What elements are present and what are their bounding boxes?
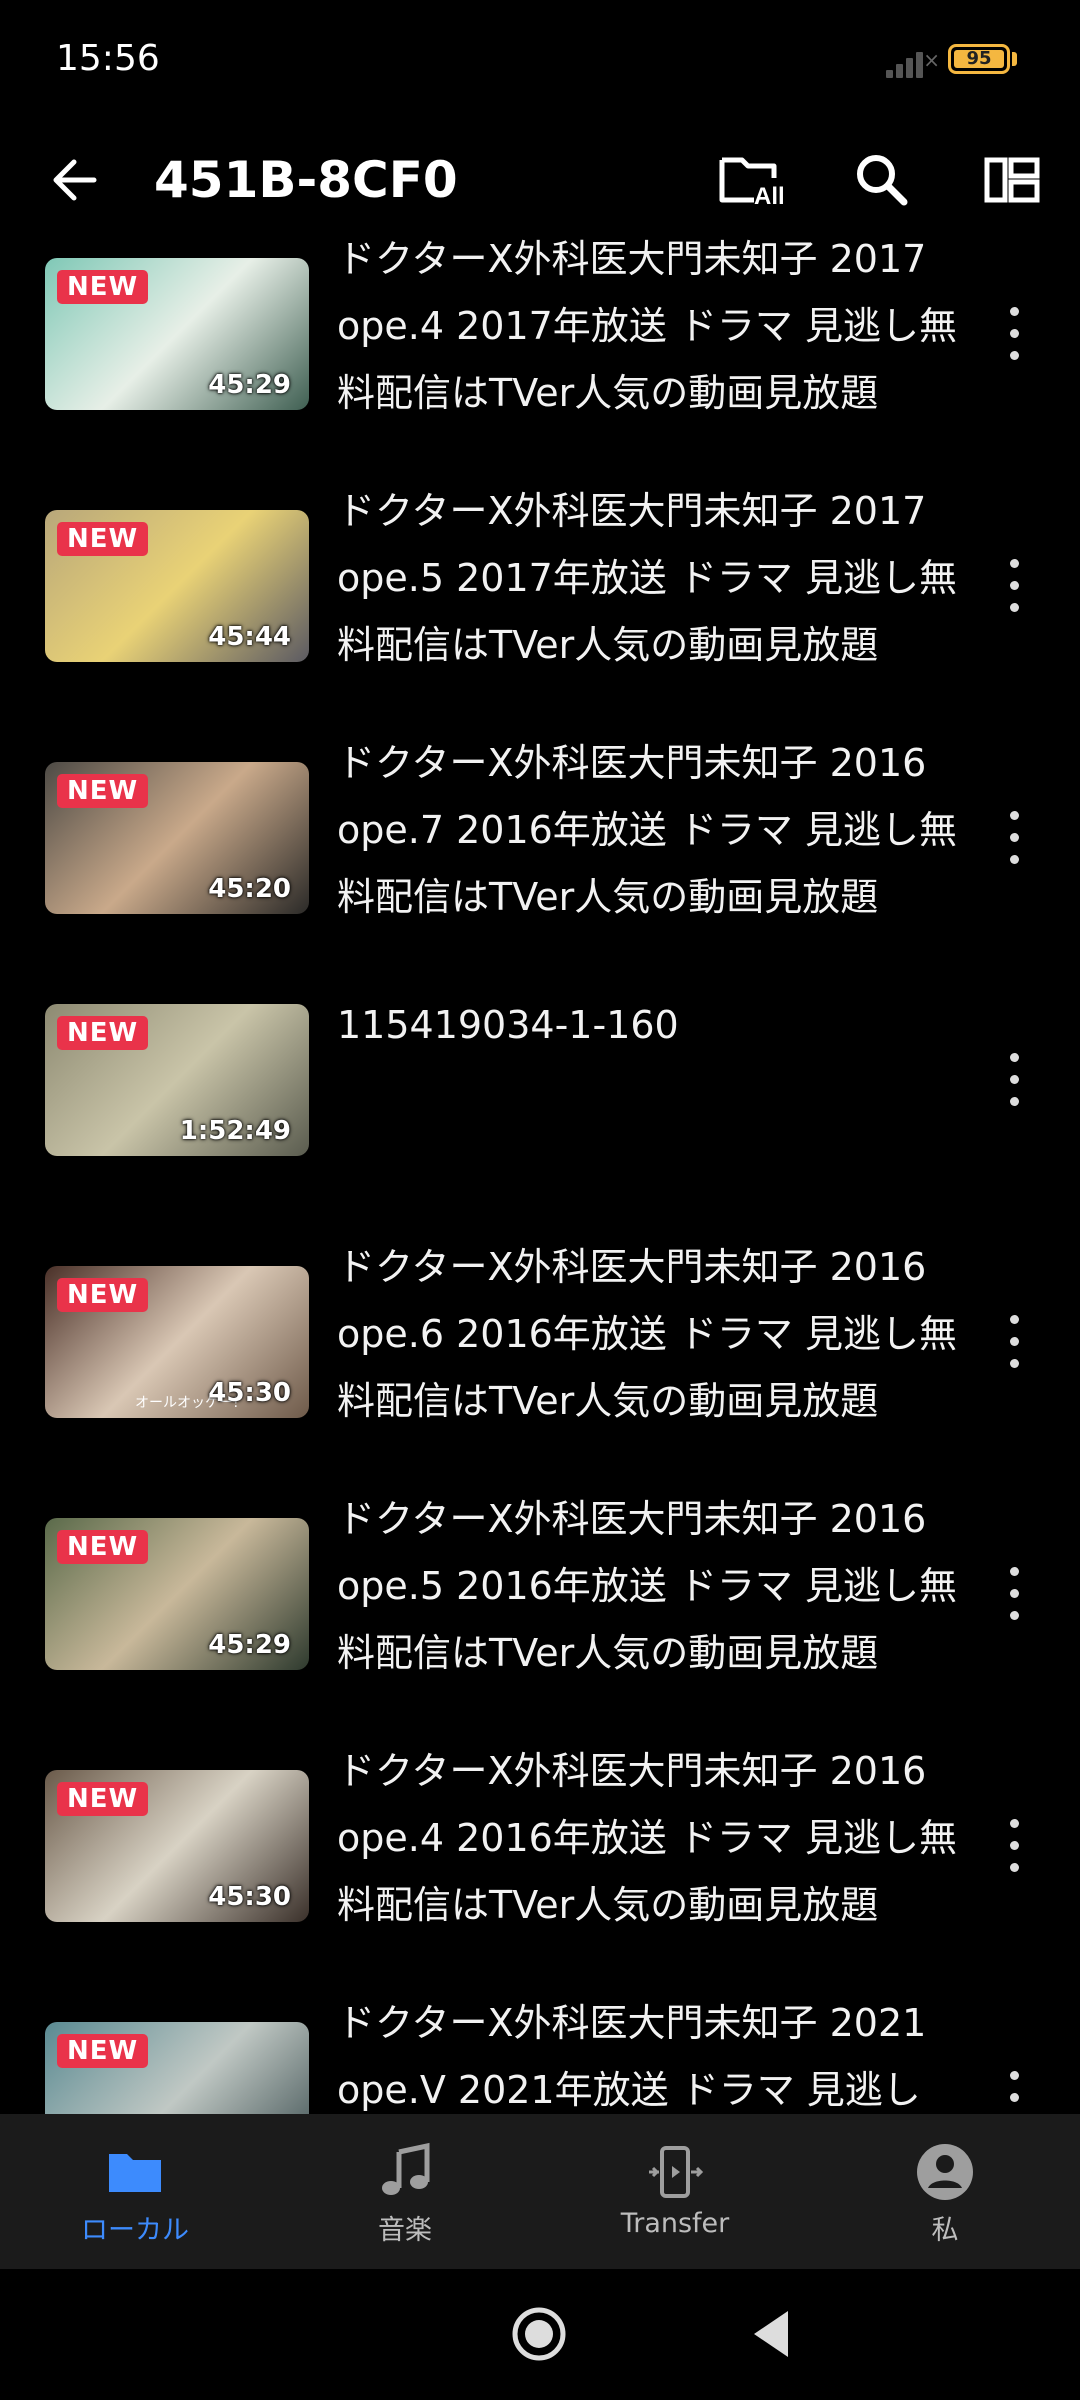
signal-icon: × <box>886 44 940 78</box>
video-duration: 45:29 <box>208 370 291 400</box>
music-note-icon <box>382 2142 430 2195</box>
video-thumbnail[interactable]: NEW 1:52:49 <box>45 1004 309 1156</box>
search-button[interactable] <box>840 138 924 222</box>
more-options-button[interactable] <box>990 1309 1038 1375</box>
video-thumbnail[interactable]: NEW45:10 <box>45 2022 309 2114</box>
video-thumbnail[interactable]: NEW 45:20 <box>45 762 309 914</box>
folder-icon <box>109 2154 161 2192</box>
system-back-icon[interactable] <box>748 2305 794 2363</box>
video-list-item[interactable]: NEW45:10ドクターX外科医大門未知子 2021 ope.V 2021年放送… <box>0 2000 1080 2114</box>
nav-me[interactable]: 私 <box>810 2114 1080 2269</box>
bottom-nav: ローカル 音楽 Transfer 私 <box>0 2114 1080 2269</box>
new-badge: NEW <box>57 270 149 304</box>
new-badge: NEW <box>57 1782 149 1816</box>
video-title[interactable]: ドクターX外科医大門未知子 2016 ope.5 2016年放送 ドラマ 見逃し… <box>337 1486 957 1696</box>
new-badge: NEW <box>57 1278 149 1312</box>
new-badge: NEW <box>57 1530 149 1564</box>
arrow-back-icon <box>53 159 97 201</box>
more-options-button[interactable] <box>990 1813 1038 1879</box>
video-thumbnail[interactable]: NEW 45:30 <box>45 1770 309 1922</box>
video-title[interactable]: 115419034-1-160 <box>337 992 957 1202</box>
new-badge: NEW <box>57 774 149 808</box>
nav-label-local: ローカル <box>81 2215 189 2246</box>
more-options-button[interactable] <box>990 2065 1038 2114</box>
video-list-item[interactable]: NEW オールオッケー! 45:30 ドクターX外科医大門未知子 2016 ope.6… <box>0 1244 1080 1496</box>
more-options-button[interactable] <box>990 553 1038 619</box>
nav-music[interactable]: 音楽 <box>270 2114 540 2269</box>
battery-tip <box>1012 52 1017 66</box>
video-title[interactable]: ドクターX外科医大門未知子 2021 ope.V 2021年放送 ドラマ 見逃し… <box>337 1990 957 2114</box>
folder-all-button[interactable]: All <box>708 138 792 222</box>
folder-all-icon: All <box>719 157 785 210</box>
battery-level: 95 <box>966 48 992 69</box>
nav-label-me: 私 <box>931 2215 959 2246</box>
video-title[interactable]: ドクターX外科医大門未知子 2017 ope.5 2017年放送 ドラマ 見逃し… <box>337 478 957 688</box>
video-title[interactable]: ドクターX外科医大門未知子 2016 ope.4 2016年放送 ドラマ 見逃し… <box>337 1738 957 1948</box>
back-button[interactable] <box>44 146 112 214</box>
more-options-button[interactable] <box>990 805 1038 871</box>
video-title[interactable]: ドクターX外科医大門未知子 2016 ope.7 2016年放送 ドラマ 見逃し… <box>337 730 957 940</box>
view-quilt-icon <box>984 157 1040 203</box>
video-duration: 1:52:49 <box>179 1116 291 1146</box>
video-thumbnail[interactable]: NEW オールオッケー! 45:30 <box>45 1266 309 1418</box>
status-bar: 15:56 × 95 <box>0 0 1080 124</box>
new-badge: NEW <box>57 522 149 556</box>
video-list-item[interactable]: NEW 45:29 ドクターX外科医大門未知子 2017 ope.4 2017年放送… <box>0 236 1080 488</box>
video-list-item[interactable]: NEW 45:20 ドクターX外科医大門未知子 2016 ope.7 2016年放送… <box>0 740 1080 992</box>
video-list[interactable]: NEW 45:29 ドクターX外科医大門未知子 2017 ope.4 2017年放送… <box>0 236 1080 2114</box>
status-time: 15:56 <box>56 38 160 79</box>
video-thumbnail[interactable]: NEW 45:29 <box>45 258 309 410</box>
battery-icon: 95 <box>948 44 1010 74</box>
new-badge: NEW <box>57 1016 149 1050</box>
video-duration: 45:30 <box>208 1882 291 1912</box>
new-badge: NEW <box>57 2034 149 2068</box>
folder-all-text: All <box>754 183 785 210</box>
page-title: 451B-8CF0 <box>154 151 458 209</box>
nav-label-music: 音楽 <box>378 2215 432 2246</box>
video-list-item[interactable]: NEW 45:29 ドクターX外科医大門未知子 2016 ope.5 2016年放送… <box>0 1496 1080 1748</box>
transfer-phone-icon <box>649 2146 704 2198</box>
system-nav-bar <box>0 2269 1080 2400</box>
nav-label-transfer: Transfer <box>620 2208 730 2239</box>
more-options-button[interactable] <box>990 1561 1038 1627</box>
search-icon <box>857 155 908 206</box>
video-thumbnail[interactable]: NEW 45:29 <box>45 1518 309 1670</box>
video-title[interactable]: ドクターX外科医大門未知子 2016 ope.6 2016年放送 ドラマ 見逃し… <box>337 1234 957 1444</box>
video-list-item[interactable]: NEW 1:52:49 115419034-1-160 <box>0 992 1080 1244</box>
layout-toggle-button[interactable] <box>970 138 1054 222</box>
home-icon[interactable] <box>510 2305 568 2363</box>
app-bar: 451B-8CF0 All <box>0 124 1080 236</box>
more-options-button[interactable] <box>990 1047 1038 1113</box>
video-duration: 45:44 <box>208 622 291 652</box>
video-thumbnail[interactable]: NEW 45:44 <box>45 510 309 662</box>
video-duration: 45:30 <box>208 1378 291 1408</box>
video-list-item[interactable]: NEW 45:44 ドクターX外科医大門未知子 2017 ope.5 2017年放送… <box>0 488 1080 740</box>
video-duration: 45:29 <box>208 1630 291 1660</box>
nav-local[interactable]: ローカル <box>0 2114 270 2269</box>
nav-transfer[interactable]: Transfer <box>540 2114 810 2269</box>
video-list-item[interactable]: NEW 45:30 ドクターX外科医大門未知子 2016 ope.4 2016年放送… <box>0 1748 1080 2000</box>
video-duration: 45:20 <box>208 874 291 904</box>
more-options-button[interactable] <box>990 301 1038 367</box>
account-circle-icon <box>917 2144 973 2200</box>
video-title[interactable]: ドクターX外科医大門未知子 2017 ope.4 2017年放送 ドラマ 見逃し… <box>337 236 957 436</box>
